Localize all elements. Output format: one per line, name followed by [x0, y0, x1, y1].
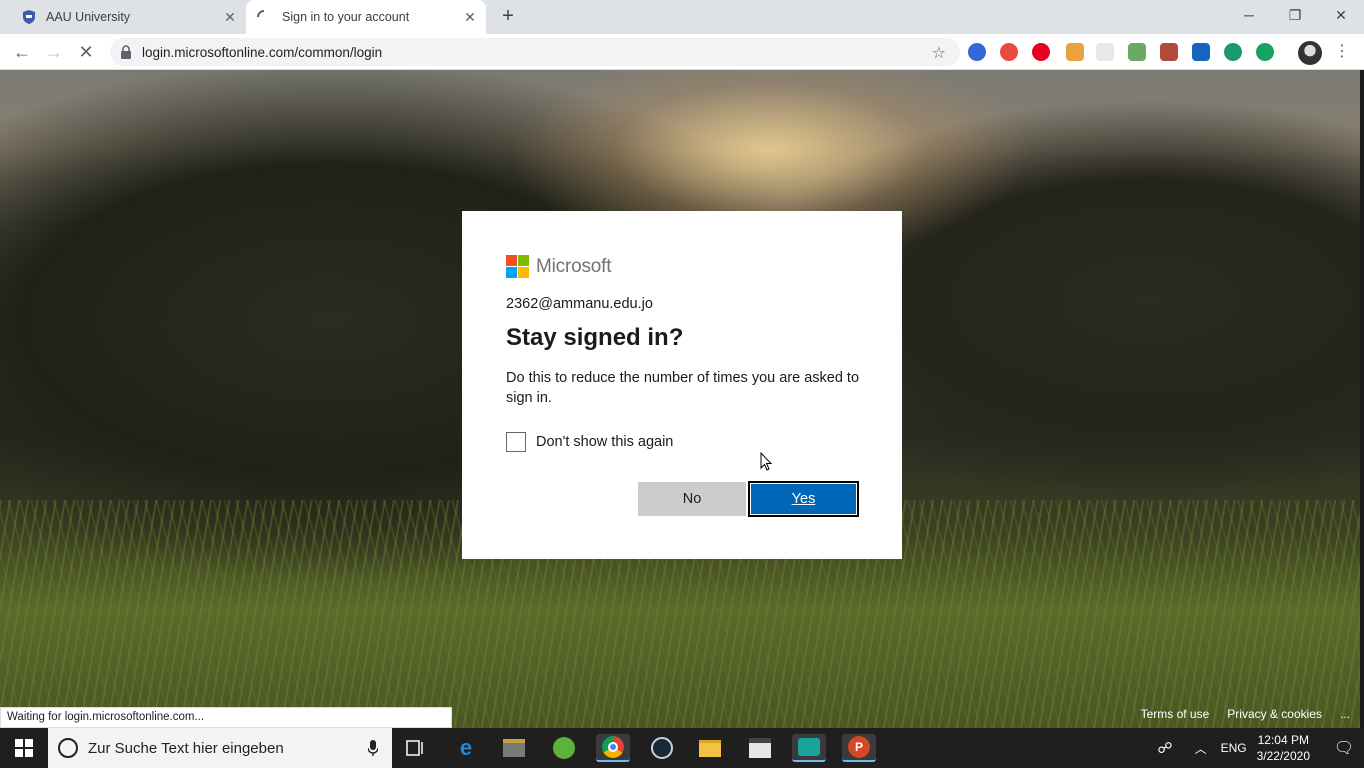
tab-aau-university[interactable]: AAU University ✕	[8, 0, 246, 34]
profile-avatar[interactable]	[1298, 41, 1322, 65]
clock-time: 12:04 PM	[1257, 733, 1309, 747]
dialog-description: Do this to reduce the number of times yo…	[506, 370, 860, 406]
shield-favicon-icon	[23, 10, 35, 24]
minimize-icon[interactable]: ─	[1226, 0, 1272, 30]
pinterest-icon[interactable]	[1032, 43, 1050, 61]
file-explorer-icon[interactable]	[696, 734, 724, 762]
footer-links: Terms of use Privacy & cookies ...	[1141, 707, 1350, 721]
pdf-extension-icon[interactable]	[1160, 43, 1178, 61]
extension-icon[interactable]	[1224, 43, 1242, 61]
dont-show-again-checkbox[interactable]	[506, 432, 526, 452]
search-placeholder: Zur Suche Text hier eingeben	[88, 739, 284, 757]
microsoft-logo-icon	[506, 255, 529, 278]
system-tray: ☍ ︿ ENG 12:04 PM 3/22/2020 🗨	[1157, 728, 1364, 768]
clock-date: 3/22/2020	[1256, 749, 1310, 763]
status-bubble: Waiting for login.microsoftonline.com...	[0, 707, 452, 728]
extension-icon[interactable]	[1128, 43, 1146, 61]
chrome-icon[interactable]	[596, 734, 630, 762]
windows-logo-icon	[15, 739, 33, 757]
address-bar[interactable]: login.microsoftonline.com/common/login ☆	[110, 38, 960, 66]
dialog-title: Stay signed in?	[506, 324, 684, 351]
steam-icon[interactable]	[648, 734, 676, 762]
bookmark-star-icon[interactable]: ☆	[932, 43, 946, 63]
stop-loading-button[interactable]: ✕	[74, 40, 98, 64]
loading-spinner-icon	[257, 10, 265, 18]
no-button[interactable]: No	[638, 482, 746, 516]
edge-icon[interactable]: e	[452, 734, 480, 762]
page-scrollbar[interactable]	[1360, 70, 1364, 728]
stay-signed-in-dialog: Microsoft 2362@ammanu.edu.jo Stay signed…	[462, 211, 902, 559]
lock-icon	[121, 45, 131, 59]
input-language[interactable]: ENG	[1221, 741, 1247, 755]
account-identifier: 2362@ammanu.edu.jo	[506, 296, 653, 312]
terms-of-use-link[interactable]: Terms of use	[1141, 707, 1210, 721]
task-view-icon[interactable]	[402, 734, 430, 762]
back-button[interactable]: ←	[10, 40, 34, 64]
microphone-icon[interactable]	[368, 740, 378, 756]
taskbar-search-box[interactable]: Zur Suche Text hier eingeben	[48, 728, 392, 768]
close-window-icon[interactable]: ✕	[1318, 0, 1364, 30]
more-options-link[interactable]: ...	[1340, 707, 1350, 721]
dont-show-again-row[interactable]: Don't show this again	[506, 432, 858, 452]
people-icon[interactable]: ☍	[1157, 739, 1172, 757]
sign-in-background: Microsoft 2362@ammanu.edu.jo Stay signed…	[0, 70, 1360, 728]
close-tab-icon[interactable]: ✕	[462, 9, 478, 25]
microsoft-logo: Microsoft	[506, 255, 858, 278]
cortana-icon	[58, 738, 78, 758]
privacy-cookies-link[interactable]: Privacy & cookies	[1227, 707, 1322, 721]
yes-button[interactable]: Yes	[748, 481, 859, 517]
brand-name: Microsoft	[536, 255, 612, 277]
tab-title: Sign in to your account	[282, 10, 410, 24]
extension-icon[interactable]	[1256, 43, 1274, 61]
start-button[interactable]	[0, 728, 48, 768]
extension-icon[interactable]	[1192, 43, 1210, 61]
powerpoint-icon[interactable]: P	[842, 734, 876, 762]
extension-icon[interactable]	[1066, 43, 1084, 61]
calendar-app-icon[interactable]	[746, 734, 774, 762]
browser-menu-icon[interactable]: ⋮	[1334, 42, 1350, 62]
extension-icon[interactable]	[968, 43, 986, 61]
utorrent-icon[interactable]	[550, 734, 578, 762]
forward-button[interactable]: →	[42, 40, 66, 64]
checkbox-label[interactable]: Don't show this again	[536, 434, 673, 450]
extension-icon[interactable]	[1000, 43, 1018, 61]
tab-title: AAU University	[46, 10, 131, 24]
close-tab-icon[interactable]: ✕	[222, 9, 238, 25]
windows-taskbar: Zur Suche Text hier eingeben e P ☍ ︿ ENG…	[0, 728, 1364, 768]
game-app-icon[interactable]	[792, 734, 826, 762]
tab-strip: AAU University ✕ Sign in to your account…	[0, 0, 1364, 34]
restore-icon[interactable]: ❐	[1272, 0, 1318, 30]
show-hidden-icons-chevron-icon[interactable]: ︿	[1195, 740, 1207, 757]
url-text: login.microsoftonline.com/common/login	[142, 44, 383, 60]
clock[interactable]: 12:04 PM 3/22/2020	[1257, 732, 1310, 764]
media-player-icon[interactable]	[500, 734, 528, 762]
tab-sign-in[interactable]: Sign in to your account ✕	[246, 0, 486, 34]
new-tab-button[interactable]: +	[498, 6, 518, 27]
action-center-icon[interactable]: 🗨	[1324, 738, 1364, 758]
mouse-cursor-icon	[760, 452, 772, 471]
extension-icon[interactable]	[1096, 43, 1114, 61]
